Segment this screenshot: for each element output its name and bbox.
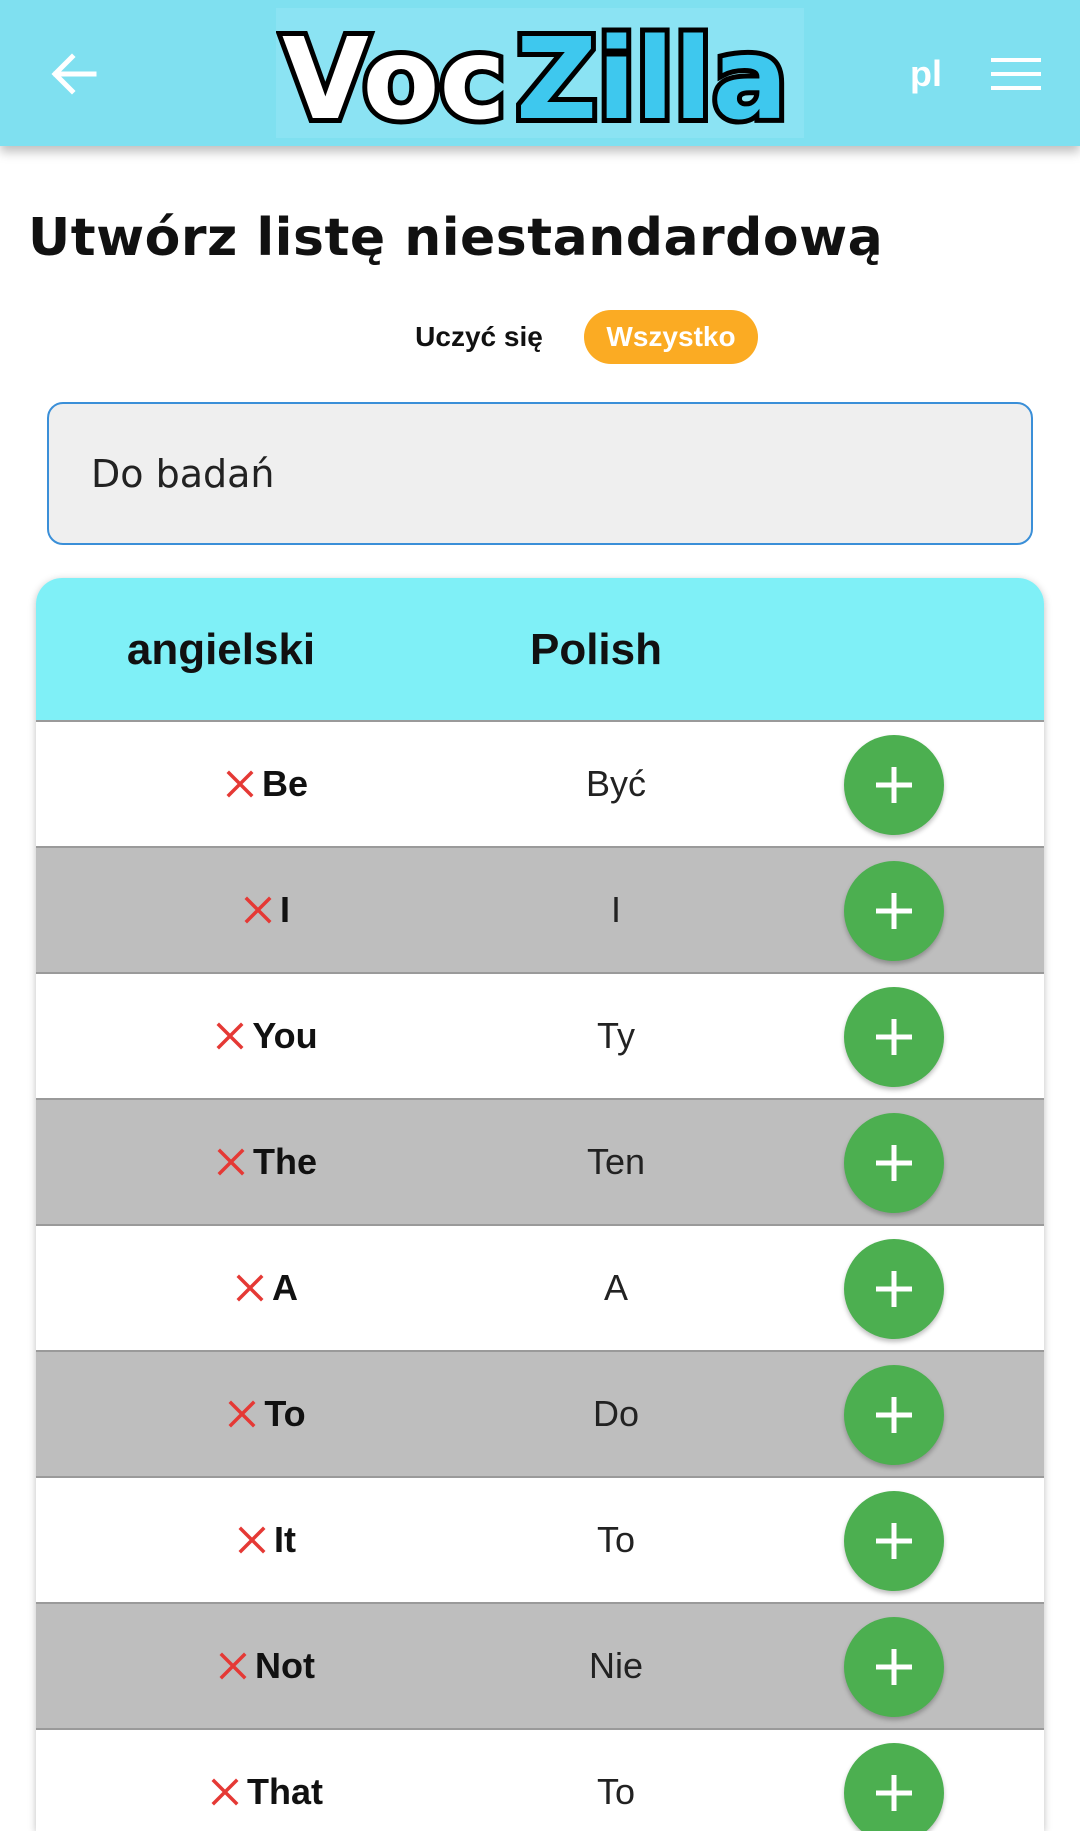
add-word-button[interactable] [844, 987, 944, 1087]
remove-word-button[interactable] [236, 1524, 268, 1556]
toggle-all-option[interactable]: Wszystko [584, 310, 758, 364]
target-word: Ty [596, 1015, 635, 1056]
remove-word-button[interactable] [215, 1146, 247, 1178]
source-word-cell: Not [96, 1604, 436, 1728]
source-word-cell: I [96, 848, 436, 972]
plus-icon [876, 1397, 912, 1433]
page-title: Utwórz listę niestandardową [28, 208, 884, 268]
source-word: Not [255, 1645, 315, 1686]
add-word-button[interactable] [844, 1365, 944, 1465]
target-word: To [596, 1519, 636, 1560]
close-x-icon [238, 1526, 266, 1554]
language-selector[interactable]: pl [896, 52, 956, 96]
close-x-icon [228, 1400, 256, 1428]
remove-word-button[interactable] [242, 894, 274, 926]
close-x-icon [219, 1652, 247, 1680]
table-row: You Ty [36, 974, 1044, 1100]
source-word-cell: You [96, 974, 436, 1098]
target-word: To [596, 1771, 636, 1812]
plus-icon [876, 1775, 912, 1811]
table-row: Not Nie [36, 1604, 1044, 1730]
source-word-cell: The [96, 1100, 436, 1224]
close-x-icon [211, 1778, 239, 1806]
add-word-button[interactable] [844, 861, 944, 961]
remove-word-button[interactable] [234, 1272, 266, 1304]
target-word: Ten [586, 1141, 646, 1182]
source-word-cell: A [96, 1226, 436, 1350]
source-word: The [252, 1141, 317, 1182]
table-row: It To [36, 1478, 1044, 1604]
arrow-left-icon [51, 53, 97, 95]
source-word-cell: To [96, 1352, 436, 1476]
close-x-icon [216, 1022, 244, 1050]
logo-text-zilla: Zilla [516, 15, 788, 138]
source-word: You [252, 1015, 318, 1056]
column-header-target: Polish [529, 625, 663, 674]
source-word: A [272, 1267, 298, 1308]
remove-word-button[interactable] [209, 1776, 241, 1808]
table-body: Be Być I I You Ty The Ten A A To Do It To Not Nie That To [36, 722, 1044, 1831]
add-word-button[interactable] [844, 1743, 944, 1831]
source-word: Be [261, 763, 309, 804]
plus-icon [876, 1145, 912, 1181]
target-word: Być [585, 763, 646, 804]
add-word-button[interactable] [844, 735, 944, 835]
plus-icon [876, 1649, 912, 1685]
add-word-button[interactable] [844, 1113, 944, 1213]
voczilla-logo: Voc Zilla [276, 8, 804, 138]
logo-wordmark: Voc Zilla [277, 10, 793, 138]
target-word: I [610, 889, 621, 930]
hamburger-menu-icon [991, 58, 1041, 90]
source-word-cell: Be [96, 722, 436, 846]
table-row: To Do [36, 1352, 1044, 1478]
plus-icon [876, 893, 912, 929]
source-word: To [264, 1393, 306, 1434]
target-word: A [603, 1267, 628, 1308]
table-row: II [36, 848, 1044, 974]
table-row: The Ten [36, 1100, 1044, 1226]
source-word: That [247, 1771, 323, 1812]
remove-word-button[interactable] [217, 1650, 249, 1682]
source-word: It [274, 1519, 296, 1560]
top-app-bar: Voc Zilla pl [0, 0, 1080, 146]
table-header: angielski Polish [36, 578, 1044, 722]
target-word: Nie [588, 1645, 644, 1686]
table-row: That To [36, 1730, 1044, 1831]
word-table: angielski Polish Be Być I I You Ty The Ten A A To D… [36, 578, 1044, 1831]
close-x-icon [226, 770, 254, 798]
plus-icon [876, 1271, 912, 1307]
close-x-icon [244, 896, 272, 924]
toggle-learn-option[interactable]: Uczyć się [404, 310, 554, 364]
add-word-button[interactable] [844, 1239, 944, 1339]
source-word-cell: That [96, 1730, 436, 1831]
close-x-icon [236, 1274, 264, 1302]
plus-icon [876, 767, 912, 803]
table-row: AA [36, 1226, 1044, 1352]
target-word: Do [592, 1393, 640, 1434]
source-word-cell: It [96, 1478, 436, 1602]
add-word-button[interactable] [844, 1491, 944, 1591]
close-x-icon [217, 1148, 245, 1176]
remove-word-button[interactable] [226, 1398, 258, 1430]
plus-icon [876, 1019, 912, 1055]
add-word-button[interactable] [844, 1617, 944, 1717]
remove-word-button[interactable] [224, 768, 256, 800]
learn-all-toggle: Uczyć się Wszystko [0, 310, 1080, 364]
plus-icon [876, 1523, 912, 1559]
logo-text-voc: Voc [282, 15, 506, 138]
back-button[interactable] [44, 46, 104, 102]
remove-word-button[interactable] [214, 1020, 246, 1052]
column-header-source: angielski [126, 625, 316, 674]
menu-button[interactable] [988, 50, 1044, 98]
source-word: I [279, 889, 290, 930]
list-name-input[interactable] [47, 402, 1033, 545]
table-row: Be Być [36, 722, 1044, 848]
